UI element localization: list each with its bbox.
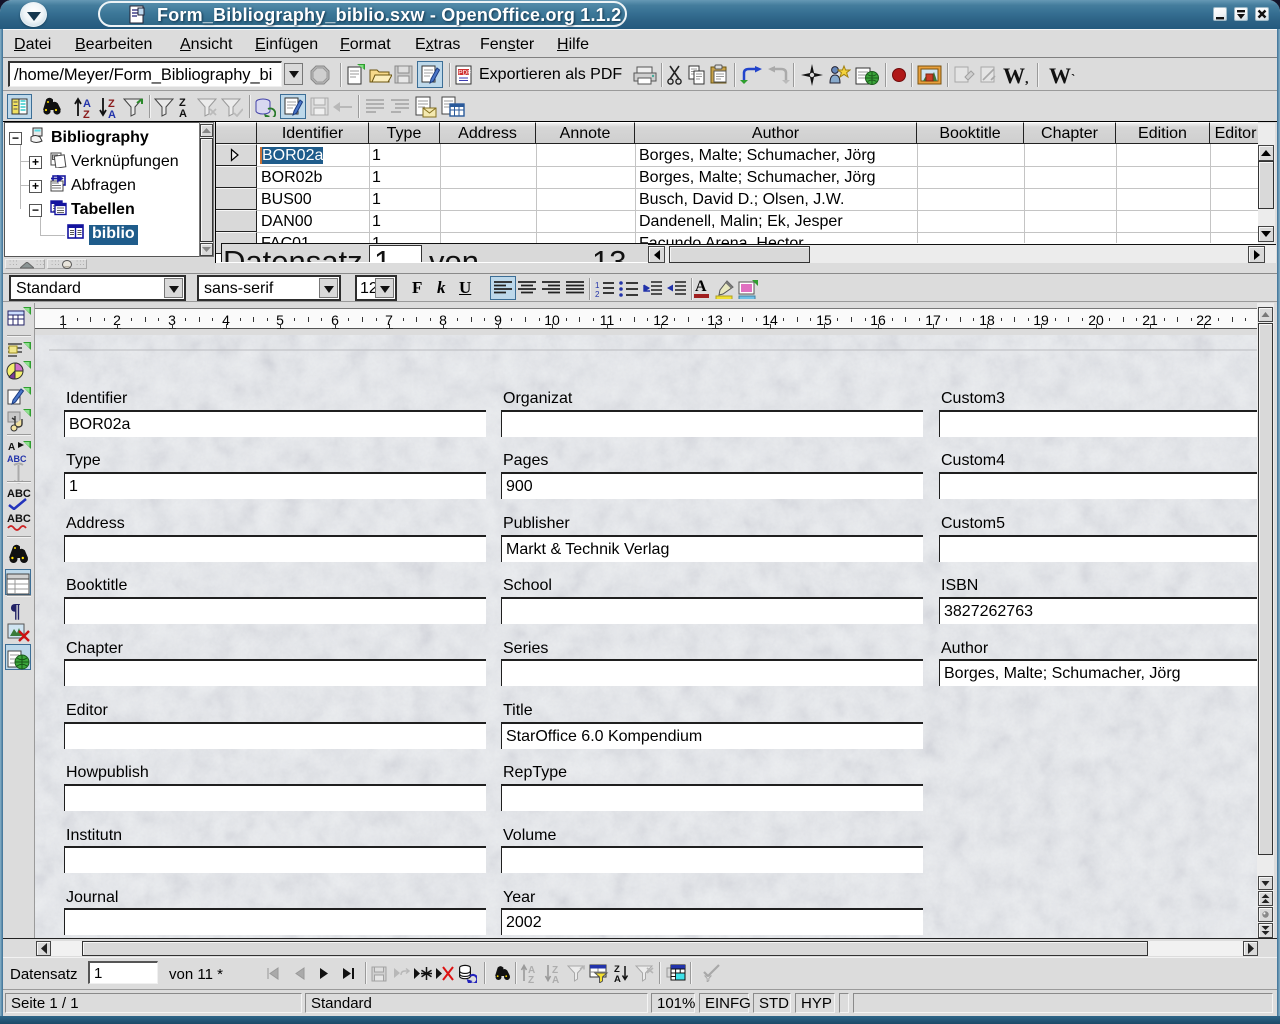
svg-text:Z: Z — [528, 975, 534, 983]
svg-text:PDF: PDF — [458, 69, 471, 76]
svg-text:A: A — [552, 975, 559, 983]
svg-text:A: A — [108, 109, 116, 118]
svg-text:1: 1 — [595, 281, 600, 290]
svg-text:¶: ¶ — [10, 600, 21, 622]
svg-text:ABC: ABC — [7, 513, 31, 525]
svg-text:A: A — [8, 442, 15, 453]
svg-text:Z: Z — [83, 109, 90, 118]
svg-text:2: 2 — [595, 290, 600, 298]
svg-text:A: A — [179, 108, 187, 118]
svg-text:A: A — [614, 974, 621, 983]
svg-text:ABC: ABC — [7, 488, 31, 500]
